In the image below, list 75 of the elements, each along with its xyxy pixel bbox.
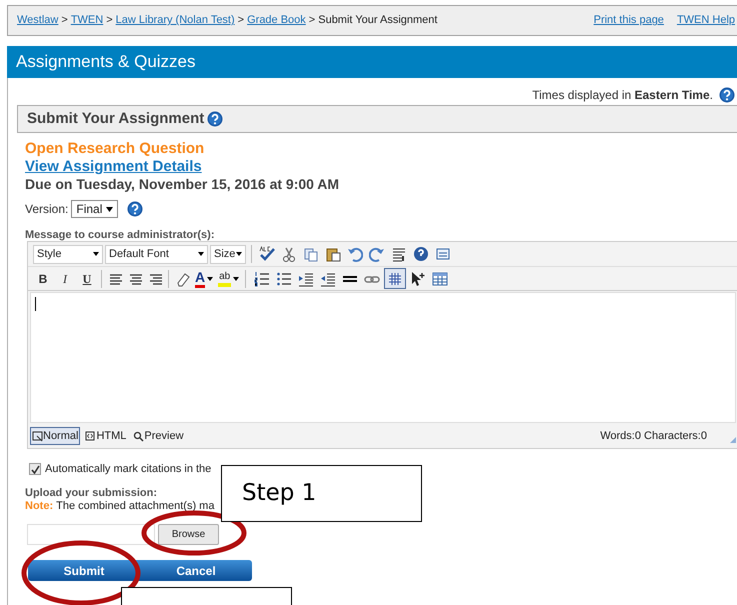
- spellcheck-icon[interactable]: [259, 246, 275, 262]
- paste-icon[interactable]: [325, 246, 341, 262]
- font-color-button[interactable]: A: [195, 269, 214, 288]
- breadcrumb-link[interactable]: TWEN: [70, 12, 104, 29]
- bulleted-list-icon[interactable]: [276, 270, 292, 286]
- due-date: Due on Tuesday, November 15, 2016 at 9:00 AM: [25, 175, 340, 194]
- step-callout: Step 1: [221, 465, 422, 522]
- format-lines-icon[interactable]: [391, 246, 407, 262]
- note-text: The combined attachment(s) ma: [56, 499, 214, 514]
- cursor-icon[interactable]: [410, 270, 426, 286]
- bold-button[interactable]: B: [33, 269, 53, 288]
- grid-toggle-button[interactable]: [384, 268, 406, 289]
- version-dropdown[interactable]: Final: [71, 200, 118, 218]
- numbered-list-icon[interactable]: [254, 270, 270, 286]
- editor-mode-tab[interactable]: Normal: [30, 427, 80, 445]
- breadcrumb-link[interactable]: Westlaw: [17, 12, 58, 29]
- assignment-details-link[interactable]: View Assignment Details: [25, 158, 340, 175]
- page-title: Assignments & Quizzes: [16, 51, 196, 74]
- breadcrumb-separator: >: [106, 13, 113, 28]
- outdent-icon[interactable]: [320, 270, 336, 286]
- section-title: Submit Your Assignment: [27, 108, 204, 129]
- help-icon[interactable]: [207, 111, 224, 127]
- editor-dropdown[interactable]: Default Font: [105, 244, 208, 264]
- cancel-button[interactable]: Cancel: [140, 560, 252, 581]
- align-right-icon[interactable]: [148, 272, 162, 286]
- italic-button[interactable]: I: [55, 269, 75, 288]
- upload-label: Upload your submission:: [25, 486, 158, 501]
- undo-icon[interactable]: [347, 246, 363, 262]
- eraser-icon[interactable]: [175, 270, 191, 286]
- dropdown-arrow-icon[interactable]: [106, 206, 114, 212]
- timezone-note: Times displayed in Eastern Time.: [532, 87, 713, 104]
- help-icon[interactable]: [127, 201, 144, 217]
- breadcrumb-separator: >: [238, 13, 244, 28]
- breadcrumb-link[interactable]: Law Library (Nolan Test): [116, 12, 235, 29]
- browse-button[interactable]: Browse: [158, 524, 219, 545]
- align-center-icon[interactable]: [128, 272, 142, 286]
- normal-mode-icon[interactable]: [32, 430, 43, 442]
- window-icon[interactable]: [435, 246, 451, 262]
- dropdown-arrow-icon[interactable]: [236, 252, 242, 256]
- editor-dropdown[interactable]: Style: [33, 244, 103, 264]
- underline-button[interactable]: U: [77, 269, 97, 288]
- assignment-name: Open Research Question: [25, 140, 206, 158]
- breadcrumb-separator: >: [61, 13, 68, 28]
- table-icon[interactable]: [432, 270, 448, 286]
- breadcrumb-link[interactable]: Grade Book: [247, 12, 306, 29]
- auto-mark-label: Automatically mark citations in the: [45, 462, 212, 477]
- magnifier-icon[interactable]: [133, 430, 144, 442]
- scissors-icon[interactable]: [281, 246, 297, 262]
- note-label: Note:: [25, 499, 54, 514]
- annotation-ellipse[interactable]: [141, 510, 247, 556]
- message-label: Message to course administrator(s):: [25, 228, 214, 243]
- copy-icon[interactable]: [303, 246, 319, 262]
- top-link[interactable]: TWEN Help: [676, 12, 735, 29]
- editor-mode-tab[interactable]: HTML: [83, 427, 128, 445]
- help-icon[interactable]: [719, 87, 735, 103]
- indent-icon[interactable]: [298, 270, 314, 286]
- version-label: Version:: [25, 201, 68, 218]
- redo-icon[interactable]: [369, 246, 385, 262]
- word-count: Words:0 Characters:0: [600, 428, 707, 444]
- dropdown-arrow-icon[interactable]: [207, 276, 214, 280]
- editor-mode-tab[interactable]: Preview: [131, 427, 186, 445]
- align-left-icon[interactable]: [108, 272, 122, 286]
- grid-icon[interactable]: [388, 272, 402, 286]
- dropdown-arrow-icon[interactable]: [93, 252, 99, 256]
- html-mode-icon[interactable]: [85, 430, 96, 442]
- help-icon[interactable]: [413, 246, 429, 262]
- top-link[interactable]: Print this page: [594, 12, 664, 29]
- breadcrumb-separator: >: [308, 13, 316, 28]
- breadcrumb-current: Submit Your Assignment: [318, 13, 438, 28]
- dropdown-arrow-icon[interactable]: [233, 276, 240, 280]
- dropdown-arrow-icon[interactable]: [198, 252, 204, 256]
- highlight-button[interactable]: ab: [218, 269, 240, 288]
- editor-dropdown[interactable]: Size: [210, 244, 246, 264]
- resize-grip-icon[interactable]: [729, 436, 737, 444]
- submit-button[interactable]: Submit: [28, 560, 140, 581]
